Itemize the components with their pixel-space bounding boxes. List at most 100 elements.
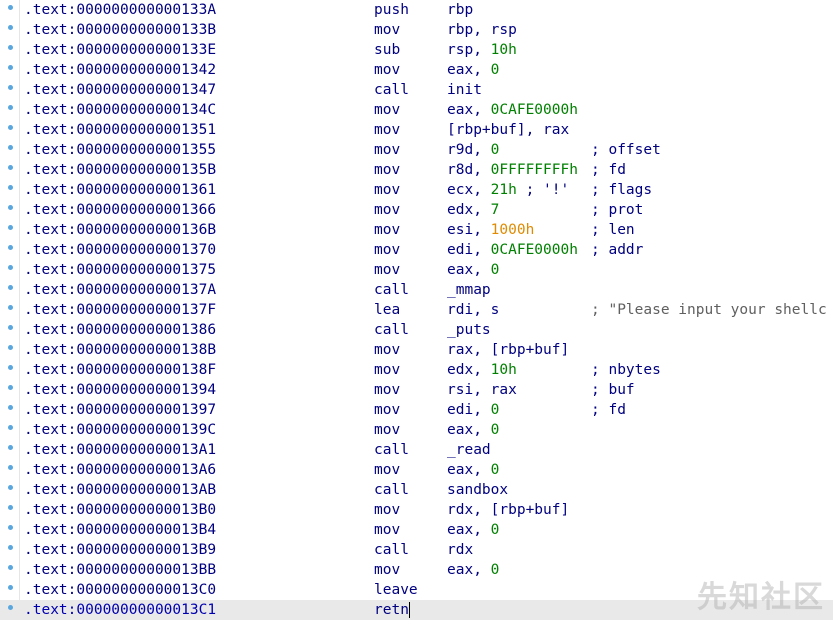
listing-row[interactable]: .text:000000000000139C mov eax, 0 [0, 420, 833, 440]
instruction-operands[interactable]: eax, 0 [447, 260, 499, 280]
address-label[interactable]: .text:0000000000001366 [24, 200, 216, 220]
address-label[interactable]: .text:0000000000001351 [24, 120, 216, 140]
address-label[interactable]: .text:000000000000137A [24, 280, 216, 300]
instruction-operands[interactable]: r9d, 0 [447, 140, 499, 160]
address-label[interactable]: .text:000000000000137F [24, 300, 216, 320]
instruction-mnemonic[interactable]: mov [374, 400, 400, 420]
instruction-operands[interactable]: eax, 0 [447, 60, 499, 80]
instruction-operands[interactable]: edx, 10h [447, 360, 517, 380]
address-label[interactable]: .text:0000000000001397 [24, 400, 216, 420]
instruction-operands[interactable]: edi, 0 [447, 400, 499, 420]
listing-row[interactable]: .text:000000000000138B mov rax, [rbp+buf] [0, 340, 833, 360]
address-label[interactable]: .text:000000000000133B [24, 20, 216, 40]
instruction-operands[interactable]: _read [447, 440, 491, 460]
listing-row[interactable]: .text:0000000000001347 call init [0, 80, 833, 100]
address-label[interactable]: .text:000000000000134C [24, 100, 216, 120]
address-label[interactable]: .text:000000000000136B [24, 220, 216, 240]
listing-row[interactable]: .text:000000000000137F lea rdi, s ; "Please… [0, 300, 833, 320]
instruction-operands[interactable]: rsi, rax [447, 380, 517, 400]
address-label[interactable]: .text:00000000000013B0 [24, 500, 216, 520]
listing-row[interactable]: .text:00000000000013A1 call _read [0, 440, 833, 460]
address-label[interactable]: .text:0000000000001347 [24, 80, 216, 100]
address-label[interactable]: .text:000000000000138B [24, 340, 216, 360]
listing-row[interactable]: .text:0000000000001342 mov eax, 0 [0, 60, 833, 80]
listing-row[interactable]: .text:0000000000001397 mov edi, 0 ; fd [0, 400, 833, 420]
address-label[interactable]: .text:0000000000001355 [24, 140, 216, 160]
address-label[interactable]: .text:0000000000001342 [24, 60, 216, 80]
address-label[interactable]: .text:0000000000001394 [24, 380, 216, 400]
instruction-mnemonic[interactable]: mov [374, 240, 400, 260]
instruction-operands[interactable]: edx, 7 [447, 200, 499, 220]
instruction-operands[interactable]: eax, 0 [447, 460, 499, 480]
address-label[interactable]: .text:00000000000013AB [24, 480, 216, 500]
listing-row[interactable]: .text:000000000000134C mov eax, 0CAFE0000h [0, 100, 833, 120]
listing-row[interactable]: .text:00000000000013B4 mov eax, 0 [0, 520, 833, 540]
instruction-operands[interactable]: eax, 0 [447, 520, 499, 540]
listing-row[interactable]: .text:00000000000013B9 call rdx [0, 540, 833, 560]
address-label[interactable]: .text:00000000000013C0 [24, 580, 216, 600]
listing-row[interactable]: .text:00000000000013A6 mov eax, 0 [0, 460, 833, 480]
address-label[interactable]: .text:0000000000001361 [24, 180, 216, 200]
listing-row[interactable]: .text:000000000000133B mov rbp, rsp [0, 20, 833, 40]
instruction-mnemonic[interactable]: mov [374, 260, 400, 280]
listing-row[interactable]: .text:0000000000001351 mov [rbp+buf], rax [0, 120, 833, 140]
listing-row[interactable]: .text:000000000000133A push rbp [0, 0, 833, 20]
instruction-mnemonic[interactable]: push [374, 0, 409, 20]
instruction-operands[interactable]: edi, 0CAFE0000h [447, 240, 578, 260]
instruction-operands[interactable]: eax, 0 [447, 560, 499, 580]
listing-row[interactable]: .text:0000000000001386 call _puts [0, 320, 833, 340]
instruction-mnemonic[interactable]: call [374, 540, 409, 560]
instruction-operands[interactable]: [rbp+buf], rax [447, 120, 569, 140]
instruction-mnemonic[interactable]: call [374, 440, 409, 460]
address-label[interactable]: .text:000000000000133E [24, 40, 216, 60]
instruction-mnemonic[interactable]: mov [374, 140, 400, 160]
instruction-operands[interactable]: _puts [447, 320, 491, 340]
listing-row[interactable]: .text:0000000000001361 mov ecx, 21h ; '!';… [0, 180, 833, 200]
instruction-operands[interactable]: _mmap [447, 280, 491, 300]
instruction-operands[interactable]: esi, 1000h [447, 220, 534, 240]
instruction-operands[interactable]: ecx, 21h ; '!' [447, 180, 569, 200]
instruction-mnemonic[interactable]: mov [374, 460, 400, 480]
listing-row[interactable]: .text:0000000000001394 mov rsi, rax ; buf [0, 380, 833, 400]
listing-row[interactable]: .text:00000000000013AB call sandbox [0, 480, 833, 500]
instruction-mnemonic[interactable]: sub [374, 40, 400, 60]
listing-row[interactable]: .text:000000000000138F mov edx, 10h ; nbyte… [0, 360, 833, 380]
instruction-mnemonic[interactable]: call [374, 320, 409, 340]
address-label[interactable]: .text:00000000000013B4 [24, 520, 216, 540]
instruction-mnemonic[interactable]: mov [374, 500, 400, 520]
address-label[interactable]: .text:0000000000001370 [24, 240, 216, 260]
instruction-operands[interactable]: rsp, 10h [447, 40, 517, 60]
address-label[interactable]: .text:000000000000135B [24, 160, 216, 180]
instruction-mnemonic[interactable]: mov [374, 200, 400, 220]
instruction-mnemonic[interactable]: call [374, 280, 409, 300]
instruction-mnemonic[interactable]: call [374, 480, 409, 500]
instruction-operands[interactable]: eax, 0 [447, 420, 499, 440]
instruction-operands[interactable]: eax, 0CAFE0000h [447, 100, 578, 120]
address-label[interactable]: .text:0000000000001386 [24, 320, 216, 340]
instruction-mnemonic[interactable]: lea [374, 300, 400, 320]
instruction-operands[interactable]: rdx [447, 540, 473, 560]
instruction-mnemonic[interactable]: call [374, 80, 409, 100]
address-label[interactable]: .text:000000000000133A [24, 0, 216, 20]
instruction-mnemonic[interactable]: mov [374, 20, 400, 40]
address-label[interactable]: .text:000000000000138F [24, 360, 216, 380]
instruction-operands[interactable]: rdi, s [447, 300, 499, 320]
instruction-mnemonic[interactable]: mov [374, 340, 400, 360]
address-label[interactable]: .text:00000000000013C1 [24, 600, 216, 620]
listing-row[interactable]: .text:00000000000013B0 mov rdx, [rbp+buf] [0, 500, 833, 520]
instruction-mnemonic[interactable]: mov [374, 120, 400, 140]
instruction-operands[interactable]: rax, [rbp+buf] [447, 340, 569, 360]
instruction-mnemonic[interactable]: mov [374, 60, 400, 80]
address-label[interactable]: .text:00000000000013BB [24, 560, 216, 580]
address-label[interactable]: .text:00000000000013A1 [24, 440, 216, 460]
instruction-operands[interactable]: rdx, [rbp+buf] [447, 500, 569, 520]
instruction-mnemonic[interactable]: mov [374, 380, 400, 400]
listing-row[interactable]: .text:000000000000133E sub rsp, 10h [0, 40, 833, 60]
address-label[interactable]: .text:000000000000139C [24, 420, 216, 440]
listing-row[interactable]: .text:0000000000001375 mov eax, 0 [0, 260, 833, 280]
instruction-mnemonic[interactable]: mov [374, 420, 400, 440]
instruction-operands[interactable]: rbp, rsp [447, 20, 517, 40]
listing-row[interactable]: .text:000000000000136B mov esi, 1000h ; len [0, 220, 833, 240]
address-label[interactable]: .text:00000000000013B9 [24, 540, 216, 560]
instruction-mnemonic[interactable]: mov [374, 560, 400, 580]
